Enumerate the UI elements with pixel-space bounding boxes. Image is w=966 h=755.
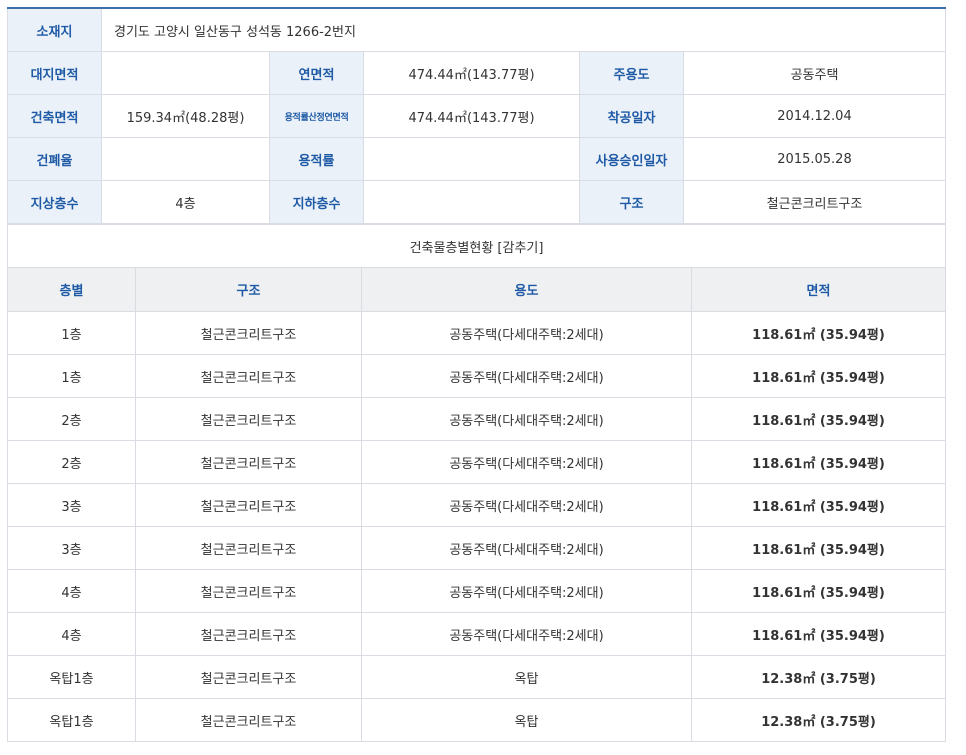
- area-cell: 12.38㎡ (3.75평): [690, 655, 947, 699]
- area-cell: 118.61㎡ (35.94평): [690, 354, 947, 398]
- above-ground-floors-label: 지상층수: [7, 180, 102, 224]
- address-label: 소재지: [7, 7, 102, 52]
- area-cell: 12.38㎡ (3.75평): [690, 698, 947, 742]
- structure-cell: 철근콘크리트구조: [135, 569, 362, 613]
- far-floor-area-label: 용적률산정연면적: [269, 94, 364, 138]
- floor-cell: 3층: [7, 483, 136, 527]
- info-row: 건축면적 159.34㎡(48.28평) 용적률산정연면적 474.44㎡(14…: [7, 94, 946, 138]
- building-area-value: 159.34㎡(48.28평): [101, 94, 270, 138]
- floor-cell: 4층: [7, 569, 136, 613]
- floor-cell: 옥탑1층: [7, 655, 136, 699]
- table-row: 옥탑1층 철근콘크리트구조 옥탑 12.38㎡ (3.75평): [7, 698, 947, 742]
- floor-area-ratio-label: 용적률: [269, 137, 364, 181]
- floor-area-ratio-value: [363, 137, 580, 181]
- far-floor-area-value: 474.44㎡(143.77평): [363, 94, 580, 138]
- info-row: 건폐율 용적률 사용승인일자 2015.05.28: [7, 137, 946, 181]
- use-cell: 공동주택(다세대주택:2세대): [361, 483, 692, 527]
- construction-start-value: 2014.12.04: [683, 94, 946, 138]
- column-header-area: 면적: [690, 267, 947, 312]
- structure-cell: 철근콘크리트구조: [135, 612, 362, 656]
- main-use-label: 주용도: [579, 51, 684, 95]
- structure-cell: 철근콘크리트구조: [135, 698, 362, 742]
- floor-cell: 옥탑1층: [7, 698, 136, 742]
- area-cell: 118.61㎡ (35.94평): [690, 569, 947, 613]
- use-cell: 공동주택(다세대주택:2세대): [361, 354, 692, 398]
- address-value: 경기도 고양시 일산동구 성석동 1266-2번지: [101, 7, 946, 52]
- table-row: 4층 철근콘크리트구조 공동주택(다세대주택:2세대) 118.61㎡ (35.…: [7, 569, 947, 613]
- site-area-value: [101, 51, 270, 95]
- building-info-table: 소재지 경기도 고양시 일산동구 성석동 1266-2번지 대지면적 연면적 4…: [7, 7, 946, 224]
- floor-table-header: 층별 구조 용도 면적: [7, 267, 947, 312]
- use-approval-date-label: 사용승인일자: [579, 137, 684, 181]
- floor-status-table: 건축물층별현황 [감추기] 층별 구조 용도 면적 1층 철근콘크리트구조 공동…: [6, 224, 947, 742]
- floor-cell: 2층: [7, 440, 136, 484]
- table-row: 1층 철근콘크리트구조 공동주택(다세대주택:2세대) 118.61㎡ (35.…: [7, 354, 947, 398]
- floor-cell: 3층: [7, 526, 136, 570]
- area-cell: 118.61㎡ (35.94평): [690, 440, 947, 484]
- use-cell: 공동주택(다세대주택:2세대): [361, 311, 692, 355]
- site-area-label: 대지면적: [7, 51, 102, 95]
- structure-cell: 철근콘크리트구조: [135, 397, 362, 441]
- structure-cell: 철근콘크리트구조: [135, 440, 362, 484]
- table-row: 2층 철근콘크리트구조 공동주택(다세대주택:2세대) 118.61㎡ (35.…: [7, 397, 947, 441]
- floor-status-title-toggle[interactable]: 건축물층별현황 [감추기]: [6, 224, 947, 268]
- total-floor-area-value: 474.44㎡(143.77평): [363, 51, 580, 95]
- use-cell: 공동주택(다세대주택:2세대): [361, 440, 692, 484]
- structure-label: 구조: [579, 180, 684, 224]
- floor-status-title-row: 건축물층별현황 [감추기]: [6, 224, 947, 268]
- structure-cell: 철근콘크리트구조: [135, 526, 362, 570]
- structure-cell: 철근콘크리트구조: [135, 655, 362, 699]
- area-cell: 118.61㎡ (35.94평): [690, 612, 947, 656]
- coverage-ratio-value: [101, 137, 270, 181]
- floor-cell: 4층: [7, 612, 136, 656]
- structure-cell: 철근콘크리트구조: [135, 483, 362, 527]
- column-header-use: 용도: [361, 267, 692, 312]
- use-cell: 공동주택(다세대주택:2세대): [361, 612, 692, 656]
- area-cell: 118.61㎡ (35.94평): [690, 526, 947, 570]
- use-cell: 옥탑: [361, 655, 692, 699]
- info-row: 대지면적 연면적 474.44㎡(143.77평) 주용도 공동주택: [7, 51, 946, 95]
- area-cell: 118.61㎡ (35.94평): [690, 397, 947, 441]
- floor-cell: 1층: [7, 354, 136, 398]
- structure-cell: 철근콘크리트구조: [135, 354, 362, 398]
- column-header-floor: 층별: [7, 267, 136, 312]
- structure-cell: 철근콘크리트구조: [135, 311, 362, 355]
- table-row: 2층 철근콘크리트구조 공동주택(다세대주택:2세대) 118.61㎡ (35.…: [7, 440, 947, 484]
- table-row: 3층 철근콘크리트구조 공동주택(다세대주택:2세대) 118.61㎡ (35.…: [7, 526, 947, 570]
- floor-cell: 1층: [7, 311, 136, 355]
- table-row: 1층 철근콘크리트구조 공동주택(다세대주택:2세대) 118.61㎡ (35.…: [7, 311, 947, 355]
- use-cell: 공동주택(다세대주택:2세대): [361, 397, 692, 441]
- underground-floors-label: 지하층수: [269, 180, 364, 224]
- building-register: 소재지 경기도 고양시 일산동구 성석동 1266-2번지 대지면적 연면적 4…: [6, 7, 947, 742]
- address-row: 소재지 경기도 고양시 일산동구 성석동 1266-2번지: [7, 7, 946, 52]
- use-approval-date-value: 2015.05.28: [683, 137, 946, 181]
- use-cell: 공동주택(다세대주택:2세대): [361, 526, 692, 570]
- underground-floors-value: [363, 180, 580, 224]
- floor-cell: 2층: [7, 397, 136, 441]
- construction-start-label: 착공일자: [579, 94, 684, 138]
- use-cell: 옥탑: [361, 698, 692, 742]
- use-cell: 공동주택(다세대주택:2세대): [361, 569, 692, 613]
- above-ground-floors-value: 4층: [101, 180, 270, 224]
- table-row: 옥탑1층 철근콘크리트구조 옥탑 12.38㎡ (3.75평): [7, 655, 947, 699]
- main-use-value: 공동주택: [683, 51, 946, 95]
- table-row: 3층 철근콘크리트구조 공동주택(다세대주택:2세대) 118.61㎡ (35.…: [7, 483, 947, 527]
- column-header-structure: 구조: [135, 267, 362, 312]
- area-cell: 118.61㎡ (35.94평): [690, 311, 947, 355]
- total-floor-area-label: 연면적: [269, 51, 364, 95]
- building-area-label: 건축면적: [7, 94, 102, 138]
- table-row: 4층 철근콘크리트구조 공동주택(다세대주택:2세대) 118.61㎡ (35.…: [7, 612, 947, 656]
- info-row: 지상층수 4층 지하층수 구조 철근콘크리트구조: [7, 180, 946, 224]
- area-cell: 118.61㎡ (35.94평): [690, 483, 947, 527]
- coverage-ratio-label: 건폐율: [7, 137, 102, 181]
- structure-value: 철근콘크리트구조: [683, 180, 946, 224]
